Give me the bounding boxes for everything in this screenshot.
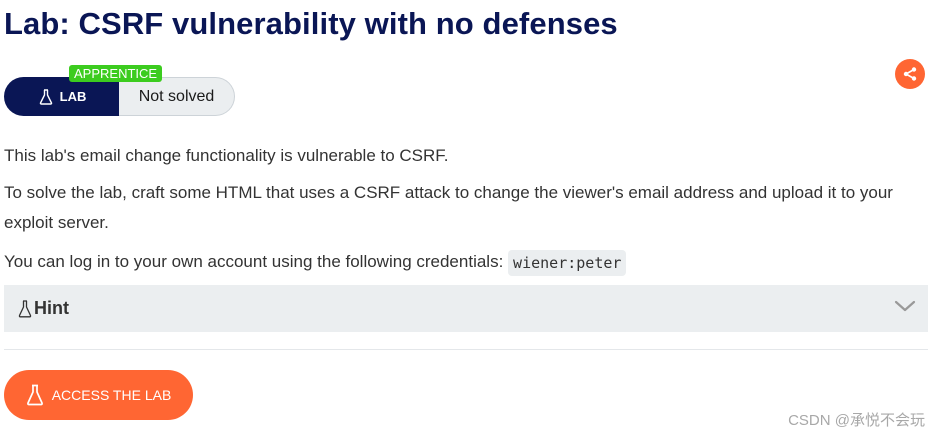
hint-toggle[interactable]: Hint <box>4 285 928 332</box>
flask-icon <box>18 299 32 318</box>
status-badge: Not solved <box>119 77 235 116</box>
lab-page: Lab: CSRF vulnerability with no defenses… <box>0 0 931 435</box>
watermark: CSDN @承悦不会玩 <box>788 412 925 429</box>
hint-label: Hint <box>34 298 69 318</box>
share-button[interactable] <box>895 59 925 89</box>
share-icon <box>903 67 917 81</box>
page-title: Lab: CSRF vulnerability with no defenses <box>4 6 618 41</box>
chevron-down-icon <box>894 300 916 312</box>
lab-badge: LAB <box>4 77 121 116</box>
divider <box>4 349 928 350</box>
access-lab-button[interactable]: ACCESS THE LAB <box>4 370 193 420</box>
credentials-code: wiener:peter <box>508 249 627 276</box>
flask-icon <box>39 88 52 105</box>
access-lab-label: ACCESS THE LAB <box>51 387 172 403</box>
lab-status-badge: LAB Not solved <box>4 77 235 116</box>
lab-badge-label: LAB <box>59 89 87 104</box>
description-paragraph-1: This lab's email change functionality is… <box>4 146 449 165</box>
flask-icon <box>26 384 43 406</box>
description-paragraph-2: To solve the lab, craft some HTML that u… <box>4 183 893 232</box>
credentials-text: You can log in to your own account using… <box>4 252 504 271</box>
description-paragraph-3: You can log in to your own account using… <box>4 247 627 277</box>
level-badge: APPRENTICE <box>69 65 163 82</box>
